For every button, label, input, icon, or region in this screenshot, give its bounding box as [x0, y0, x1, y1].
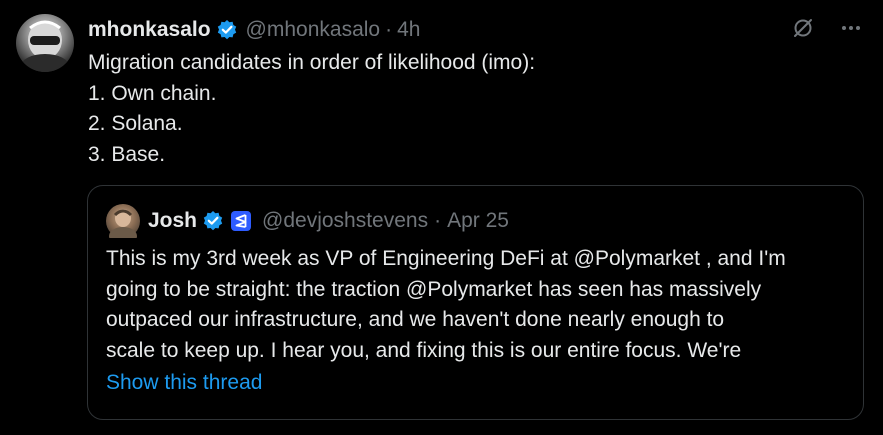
- tweet[interactable]: mhonkasalo @mhonkasalo · 4h Migration ca…: [0, 0, 883, 435]
- verified-badge-icon: [216, 19, 238, 41]
- quote-text: This is my 3rd week as VP of Engineering…: [106, 244, 851, 366]
- affiliate-badge-icon[interactable]: [230, 210, 252, 232]
- author-name[interactable]: mhonkasalo: [88, 18, 211, 42]
- tweet-actions: [789, 14, 865, 42]
- quote-text-line: This is my 3rd week as VP of Engineering…: [106, 247, 786, 270]
- quote-text-line: scale to keep up. I hear you, and fixing…: [106, 338, 742, 362]
- author-handle[interactable]: @mhonkasalo: [246, 18, 381, 42]
- timestamp[interactable]: 4h: [397, 18, 420, 42]
- quote-text-line: outpaced our infrastructure, and we have…: [106, 308, 725, 331]
- tweet-text: Migration candidates in order of likelih…: [88, 48, 535, 170]
- quote-avatar[interactable]: [106, 204, 140, 245]
- tweet-header: mhonkasalo @mhonkasalo · 4h: [88, 14, 420, 46]
- quote-author-name[interactable]: Josh: [148, 209, 197, 233]
- quote-avatar-image: [109, 209, 137, 245]
- tweet-text-line: Migration candidates in order of likelih…: [88, 51, 536, 74]
- quote-author-handle[interactable]: @devjoshstevens: [262, 209, 428, 233]
- show-thread-link[interactable]: Show this thread: [106, 371, 262, 395]
- verified-badge-icon: [202, 210, 224, 232]
- avatar-image: [21, 20, 69, 72]
- quote-text-line: going to be straight: the traction @Poly…: [106, 277, 762, 301]
- quote-timestamp[interactable]: Apr 25: [447, 209, 509, 233]
- avatar[interactable]: [16, 14, 74, 72]
- tweet-text-line: 2. Solana.: [88, 112, 183, 135]
- separator-dot: ·: [385, 18, 393, 41]
- grok-icon[interactable]: [789, 14, 817, 42]
- quote-header: Josh @devjoshstevens · Apr 25: [106, 204, 509, 245]
- more-icon[interactable]: [837, 14, 865, 42]
- separator-dot: ·: [434, 209, 442, 232]
- tweet-text-line: 3. Base.: [88, 142, 166, 166]
- quoted-tweet[interactable]: Josh @devjoshstevens · Apr 25 This is my…: [87, 185, 864, 420]
- tweet-text-line: 1. Own chain.: [88, 81, 217, 105]
